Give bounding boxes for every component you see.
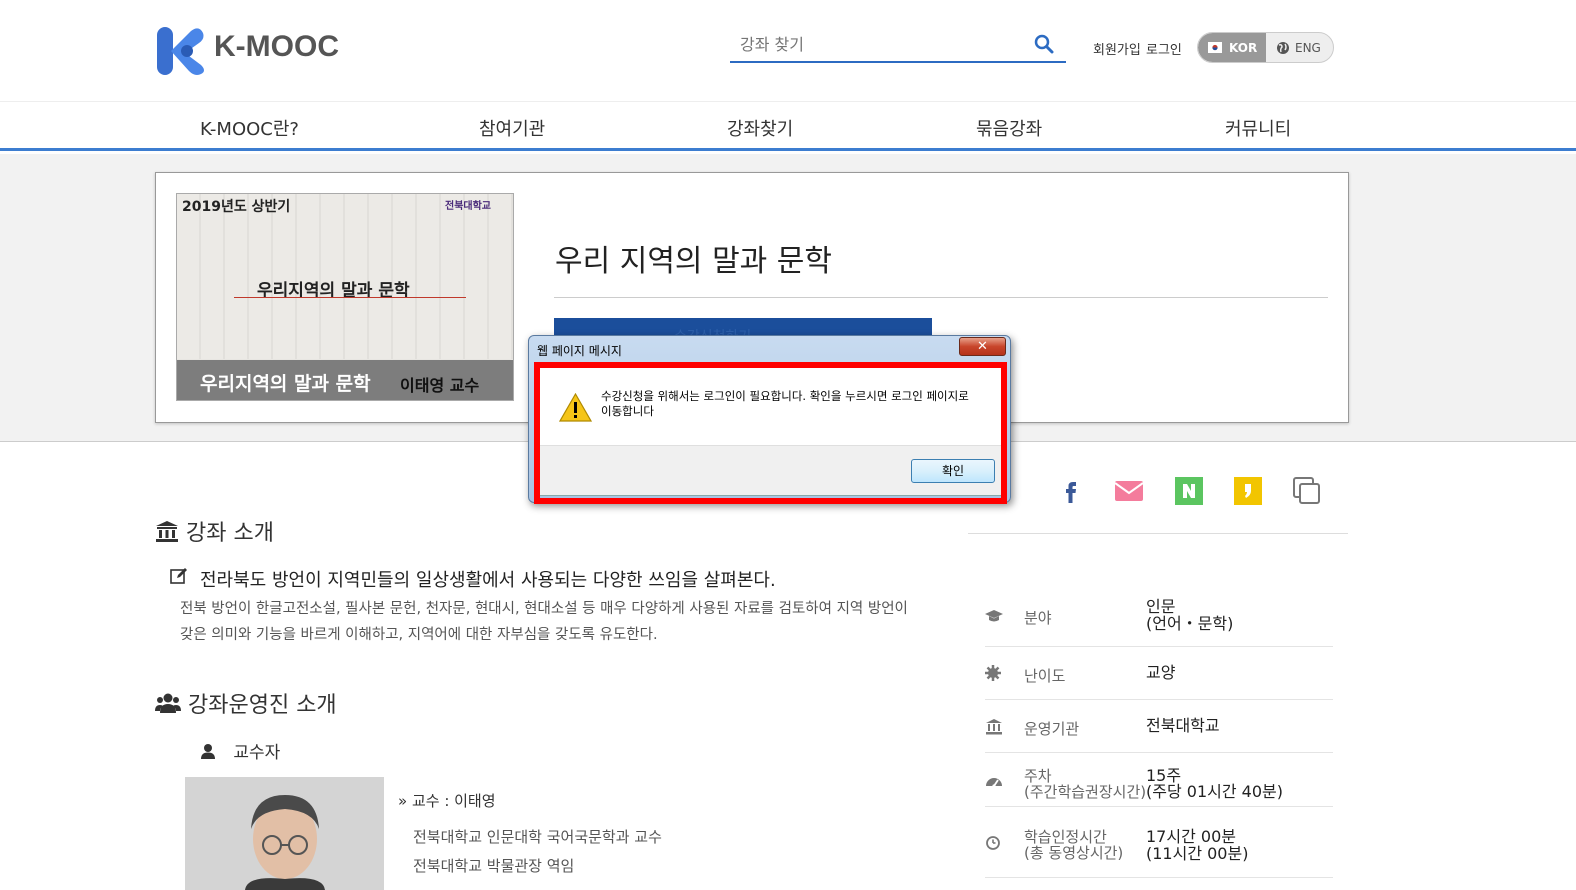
graduation-cap-icon: [985, 607, 1003, 625]
search-box: [730, 31, 1066, 63]
korea-flag-icon: [1208, 41, 1222, 55]
clock-icon: [985, 834, 1003, 852]
thumbnail-university: 전북대학교: [445, 201, 491, 212]
language-toggle: KOR ENG: [1197, 32, 1334, 63]
info-row-level: 난이도 교양: [985, 648, 1333, 700]
globe-icon: [1276, 41, 1290, 55]
nav-item-courses[interactable]: 강좌찾기: [727, 115, 793, 141]
lang-kor-button[interactable]: KOR: [1198, 33, 1266, 62]
edit-icon: [170, 567, 188, 585]
info-divider: [968, 533, 1348, 534]
naver-icon[interactable]: [1174, 476, 1204, 506]
logo-text[interactable]: K-MOOC: [214, 30, 339, 64]
professor-career: 전북대학교 인문대학 국어국문학과 교수: [413, 828, 662, 846]
instructor-label: 교수자: [200, 738, 280, 763]
nav-item-bundles[interactable]: 묶음강좌: [976, 115, 1042, 141]
info-row-hours: 학습인정시간 (총 동영상시간) 17시간 00분 (11시간 00분): [985, 808, 1333, 878]
dialog-title: 웹 페이지 메시지: [537, 344, 622, 358]
facebook-icon[interactable]: [1056, 476, 1086, 506]
thumbnail-underline: [234, 297, 466, 298]
mail-icon[interactable]: [1114, 476, 1144, 506]
join-link[interactable]: 회원가입: [1093, 39, 1141, 58]
professor-career: 전북대학교 박물관장 역임: [413, 857, 575, 875]
thumbnail-bar-professor: 이태영 교수: [400, 376, 480, 395]
user-icon: [200, 743, 228, 763]
intro-heading: 강좌 소개: [155, 515, 274, 547]
info-row-institution: 운영기관 전북대학교: [985, 701, 1333, 753]
dashboard-icon: [985, 773, 1003, 791]
nav-item-institutions[interactable]: 참여기관: [479, 115, 545, 141]
title-divider: [554, 297, 1328, 298]
k-mooc-logo-icon[interactable]: [157, 27, 207, 75]
main-nav: K-MOOC란? 참여기관 강좌찾기 묶음강좌 커뮤니티: [0, 101, 1576, 151]
dialog-close-button[interactable]: ✕: [959, 337, 1006, 356]
professor-name: » 교수 : 이태영: [398, 792, 496, 810]
institution-icon: [155, 521, 186, 546]
site-header: K-MOOC 회원가입 로그인 KOR ENG: [0, 0, 1576, 100]
info-row-field: 분야 인문 (언어・문학): [985, 597, 1333, 647]
professor-photo: [185, 777, 384, 890]
lang-eng-button[interactable]: ENG: [1266, 33, 1333, 62]
course-thumbnail: 2019년도 상반기 전북대학교 우리지역의 말과 문학 우리지역의 말과 문학…: [176, 193, 514, 401]
search-input[interactable]: [740, 35, 1020, 54]
nav-item-community[interactable]: 커뮤니티: [1225, 115, 1291, 141]
intro-summary: 전라북도 방언이 지역민들의 일상생활에서 사용되는 다양한 쓰임을 살펴본다.: [200, 570, 776, 591]
info-row-weeks: 주차 (주간학습권장시간) 15주 (주당 01시간 40분): [985, 754, 1333, 807]
gear-icon: [985, 665, 1003, 683]
highlight-annotation: [534, 362, 1007, 504]
copy-link-icon[interactable]: [1292, 476, 1322, 506]
thumbnail-semester: 2019년도 상반기: [182, 199, 291, 215]
search-icon[interactable]: [1034, 34, 1054, 54]
group-icon: [155, 693, 188, 718]
kakao-story-icon[interactable]: [1233, 476, 1263, 506]
login-link[interactable]: 로그인: [1146, 39, 1182, 58]
course-title: 우리 지역의 말과 문학: [555, 244, 833, 279]
institution-icon: [985, 718, 1003, 736]
thumbnail-bar: 우리지역의 말과 문학 이태영 교수: [177, 360, 513, 400]
staff-heading: 강좌운영진 소개: [155, 687, 337, 719]
intro-body: 전북 방언이 한글고전소설, 필사본 문헌, 천자문, 현대시, 현대소설 등 …: [180, 601, 908, 643]
thumbnail-bar-title: 우리지역의 말과 문학: [200, 373, 371, 395]
nav-item-about[interactable]: K-MOOC란?: [200, 115, 299, 141]
